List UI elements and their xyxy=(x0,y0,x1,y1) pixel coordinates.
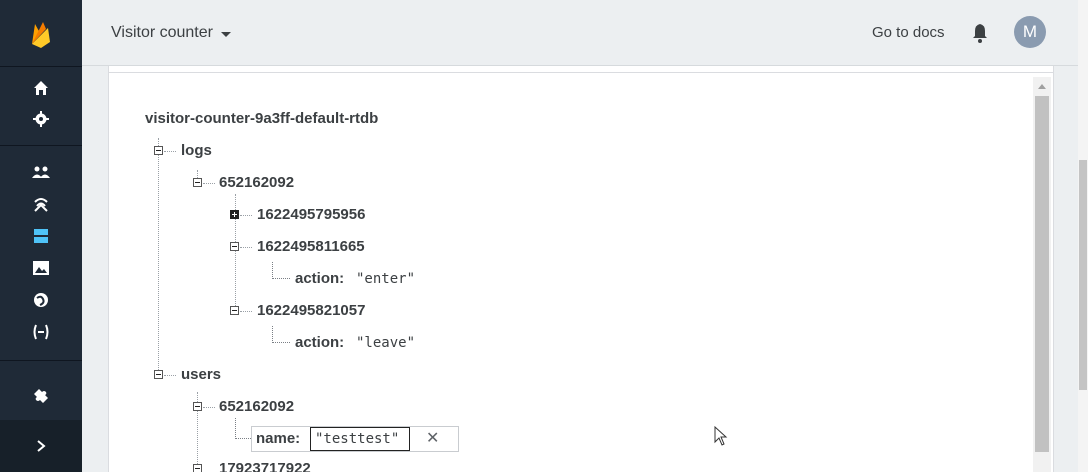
tree-connector xyxy=(203,183,215,184)
expand-toggle-icon[interactable] xyxy=(230,210,239,219)
field-key[interactable]: action: xyxy=(295,334,344,351)
edit-field-key: name: xyxy=(256,430,301,447)
sidebar-divider xyxy=(0,66,82,67)
collapse-toggle-icon[interactable] xyxy=(193,402,202,411)
avatar[interactable]: M xyxy=(1014,16,1046,48)
cancel-edit-close-icon[interactable]: ✕ xyxy=(426,428,439,448)
collapse-toggle-icon[interactable] xyxy=(230,242,239,251)
tree-node-users-user[interactable]: 652162092 xyxy=(219,398,294,415)
tree-connector xyxy=(272,326,290,343)
collapse-toggle-icon[interactable] xyxy=(193,464,202,472)
tree-connector xyxy=(240,215,252,216)
field-value[interactable]: "leave" xyxy=(356,335,415,351)
tree-connector xyxy=(164,151,176,152)
page-scrollbar-thumb[interactable] xyxy=(1079,160,1087,390)
mouse-pointer-icon xyxy=(714,426,728,446)
database-root[interactable]: visitor-counter-9a3ff-default-rtdb xyxy=(145,110,378,127)
storage-icon[interactable] xyxy=(31,258,51,278)
tree-node-logs-user[interactable]: 652162092 xyxy=(219,174,294,191)
top-header: Visitor counter Go to docs M xyxy=(82,0,1088,66)
scroll-up-arrow-icon[interactable] xyxy=(1038,84,1046,89)
tree-connector xyxy=(240,247,252,248)
tree-connector xyxy=(272,262,290,279)
hosting-icon[interactable] xyxy=(31,290,51,310)
collapse-toggle-icon[interactable] xyxy=(154,370,163,379)
functions-icon[interactable] xyxy=(31,322,51,342)
sidebar-divider xyxy=(0,145,82,146)
puzzle-icon[interactable] xyxy=(31,386,51,406)
tree-node-log-entry[interactable]: 1622495811665 xyxy=(257,238,365,255)
firebase-logo-icon[interactable] xyxy=(29,20,53,50)
tree-node-log-entry[interactable]: 1622495821057 xyxy=(257,302,365,319)
collapse-toggle-icon[interactable] xyxy=(154,146,163,155)
field-key[interactable]: action: xyxy=(295,270,344,287)
tree-node-log-entry[interactable]: 1622495795956 xyxy=(257,206,365,223)
tree-node-users[interactable]: users xyxy=(181,366,221,383)
project-selector[interactable]: Visitor counter xyxy=(111,24,231,42)
collapse-toggle-icon[interactable] xyxy=(230,306,239,315)
tree-connector xyxy=(164,375,176,376)
sidebar-divider xyxy=(0,360,82,361)
tree-node-logs[interactable]: logs xyxy=(181,142,212,159)
sidebar xyxy=(0,0,82,472)
database-icon[interactable] xyxy=(31,226,51,246)
users-icon[interactable] xyxy=(31,162,51,182)
extensions-icon[interactable] xyxy=(31,194,51,214)
home-icon[interactable] xyxy=(31,78,51,98)
chevron-right-icon[interactable] xyxy=(31,436,51,456)
gear-icon[interactable] xyxy=(31,109,51,129)
tree-node-users-user[interactable]: 17923717922 xyxy=(219,460,311,472)
dropdown-caret-icon xyxy=(220,32,231,37)
tree-connector xyxy=(240,311,252,312)
collapse-toggle-icon[interactable] xyxy=(193,178,202,187)
go-to-docs-link[interactable]: Go to docs xyxy=(872,24,945,41)
edit-value-input[interactable]: "testtest" xyxy=(310,427,410,451)
tree-guide-line xyxy=(158,138,159,374)
tree-scrollbar-thumb[interactable] xyxy=(1035,96,1049,452)
tree-connector xyxy=(203,407,215,408)
field-value[interactable]: "enter" xyxy=(356,271,415,287)
bell-icon[interactable] xyxy=(970,22,990,44)
project-name: Visitor counter xyxy=(111,24,213,41)
